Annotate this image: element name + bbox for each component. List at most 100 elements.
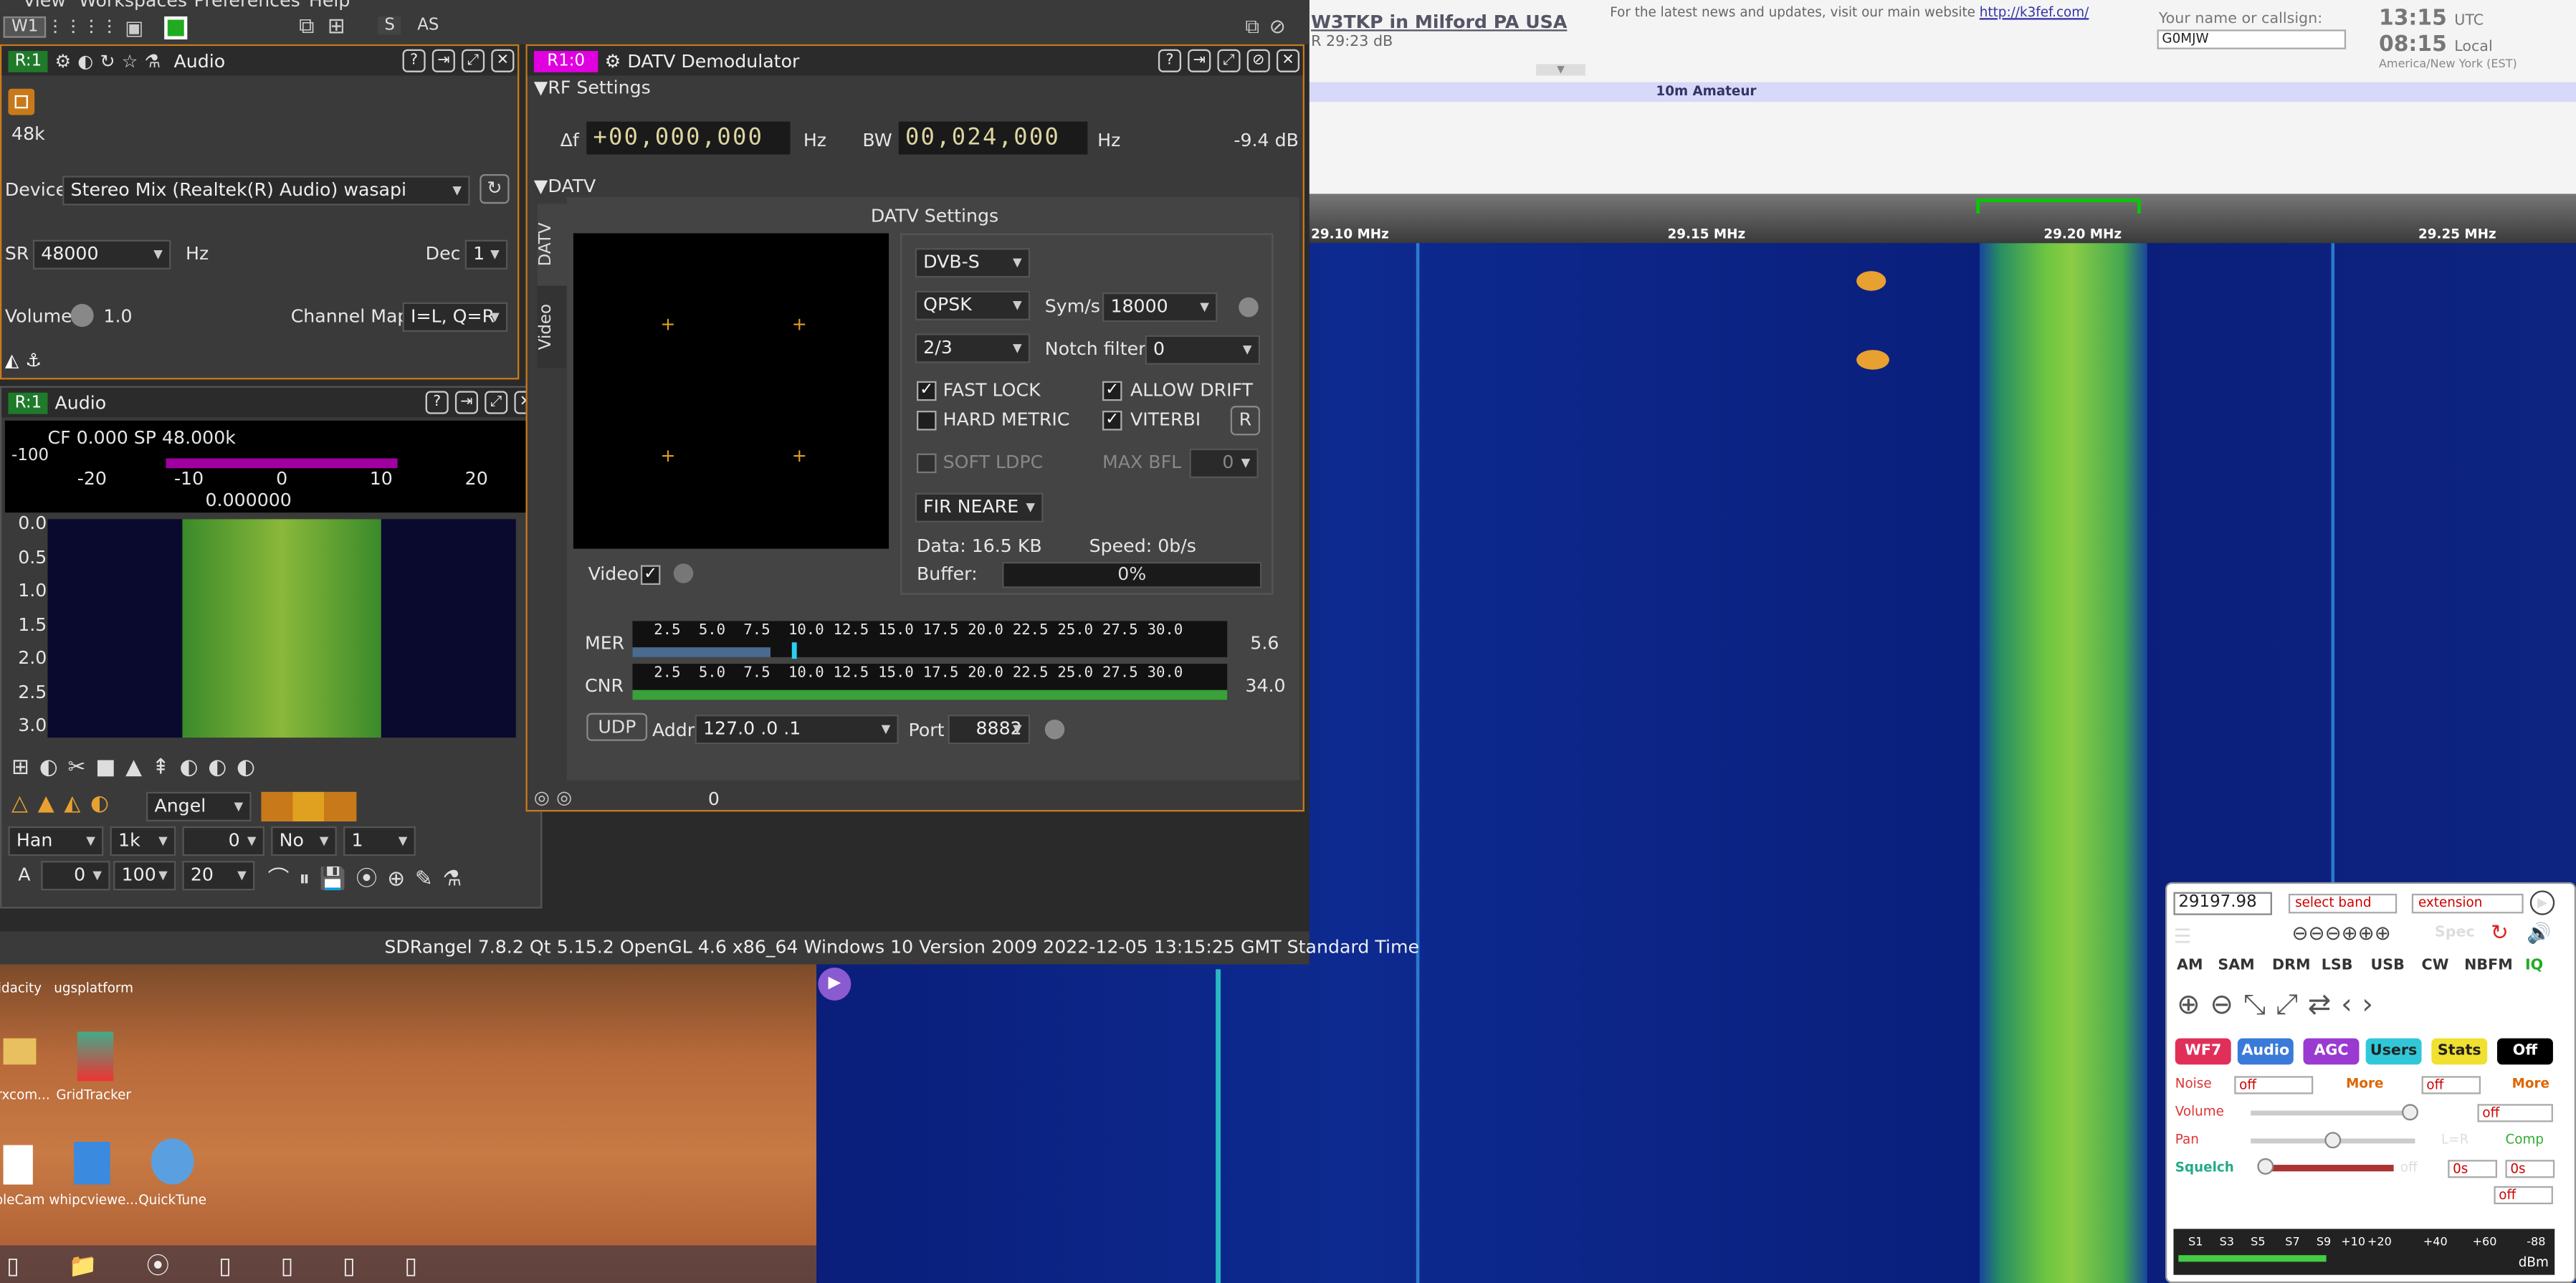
spectrum-tools-row2[interactable]: △▲◭◐ bbox=[11, 792, 119, 816]
addr-input[interactable]: 127.0 .0 .1 bbox=[695, 715, 899, 745]
mode-button-lsb[interactable]: LSB bbox=[2322, 958, 2353, 974]
callsign-input[interactable]: G0MJW bbox=[2157, 29, 2347, 49]
mode-button-usb[interactable]: USB bbox=[2371, 958, 2405, 974]
desktop-icon[interactable]: QuickTune bbox=[123, 1193, 222, 1208]
control-button-stats[interactable]: Stats bbox=[2431, 1038, 2488, 1065]
udp-button[interactable]: UDP bbox=[586, 712, 648, 741]
mode-button-sam[interactable]: SAM bbox=[2218, 958, 2254, 974]
sr-select[interactable]: 48000 bbox=[32, 239, 171, 270]
pan-knob[interactable] bbox=[2324, 1132, 2342, 1149]
palette-select[interactable]: Angel bbox=[146, 791, 252, 822]
squelch-time[interactable]: 0s bbox=[2448, 1160, 2497, 1178]
volume-slider[interactable] bbox=[2251, 1110, 2415, 1116]
video-checkbox[interactable]: ✓ bbox=[640, 565, 661, 585]
squelch-slider[interactable] bbox=[2258, 1165, 2394, 1172]
control-button-users[interactable]: Users bbox=[2365, 1038, 2422, 1065]
more-button-2[interactable]: More bbox=[2512, 1076, 2549, 1091]
desktop-icon[interactable]: GridTracker bbox=[44, 1087, 143, 1102]
menu-help[interactable]: Help bbox=[309, 0, 350, 11]
band-bar[interactable] bbox=[1306, 82, 2576, 102]
refresh-icon[interactable]: ↻ bbox=[2491, 922, 2509, 946]
start-button[interactable] bbox=[8, 88, 35, 115]
standard-select[interactable]: DVB-S bbox=[915, 248, 1031, 278]
help-icon[interactable]: ? bbox=[402, 49, 426, 72]
select-band-dropdown[interactable]: select band bbox=[2288, 893, 2398, 914]
sym-input[interactable]: 18000 bbox=[1102, 292, 1218, 323]
extension-dropdown[interactable]: extension bbox=[2411, 893, 2524, 914]
scale-bar[interactable] bbox=[1306, 194, 2576, 244]
move-icon[interactable]: ⇥ bbox=[1188, 49, 1211, 72]
maximize-icon[interactable]: ⤢ bbox=[1217, 49, 1241, 72]
toolbar-icons[interactable]: ⫶⫶⫶⫶▣ bbox=[52, 16, 156, 41]
device-select[interactable]: Stereo Mix (Realtek(R) Audio) wasapi bbox=[62, 176, 470, 206]
span-select[interactable]: 1k bbox=[110, 826, 176, 857]
menu-preferences[interactable]: Preferences bbox=[194, 0, 300, 11]
app-icon[interactable] bbox=[3, 1145, 33, 1185]
filter-select[interactable]: FIR NEARE bbox=[915, 492, 1044, 523]
squelch-knob[interactable] bbox=[2257, 1158, 2274, 1175]
control-button-wf7[interactable]: WF7 bbox=[2175, 1038, 2231, 1065]
refresh-icon[interactable]: ↻ bbox=[480, 173, 510, 204]
tool-icons[interactable]: ⊕⊖⤡⤢⇄‹› bbox=[2177, 989, 2383, 1022]
window-icons[interactable]: ⧉⊞ bbox=[299, 15, 358, 39]
range-select[interactable]: 20 bbox=[182, 861, 255, 891]
menu-view[interactable]: View bbox=[23, 0, 66, 11]
titlebar-icons[interactable]: ⚙◐↻☆⚗ bbox=[54, 50, 167, 72]
volume-dial[interactable] bbox=[70, 304, 94, 328]
bw-input[interactable]: 00,024,000 bbox=[898, 121, 1088, 155]
palette-icons[interactable] bbox=[261, 791, 357, 822]
workspace-button[interactable]: W1 bbox=[3, 16, 47, 38]
modulation-select[interactable]: QPSK bbox=[915, 290, 1031, 320]
rx-tag[interactable]: R1:0 bbox=[533, 49, 598, 72]
desktop-icon[interactable]: ugsplatform bbox=[44, 981, 143, 996]
gridtracker-icon[interactable] bbox=[77, 1031, 114, 1082]
menu-icon[interactable]: ☰ bbox=[2173, 925, 2191, 948]
control-button-agc[interactable]: AGC bbox=[2303, 1038, 2360, 1065]
rx-tag[interactable]: R:1 bbox=[8, 391, 49, 414]
play-icon[interactable]: ▶ bbox=[818, 968, 851, 1001]
speaker-icon[interactable]: 🔊 bbox=[2527, 922, 2551, 945]
notch-input[interactable]: 0 bbox=[1145, 335, 1261, 365]
window-select[interactable]: Han bbox=[8, 826, 104, 857]
squelch-time-2[interactable]: 0s bbox=[2505, 1160, 2555, 1178]
tab-video[interactable]: Video bbox=[537, 285, 567, 368]
spectrum-tools-row1[interactable]: ⊞◐✂■▲⇞◐◐◐ bbox=[11, 755, 265, 780]
mode-button-iq[interactable]: IQ bbox=[2525, 958, 2543, 974]
noise-dropdown-2[interactable]: off bbox=[2421, 1076, 2481, 1094]
news-link[interactable]: http://k3fef.com/ bbox=[1980, 5, 2089, 20]
close-icon[interactable]: ✕ bbox=[1276, 49, 1300, 72]
dec-select[interactable]: 1 bbox=[464, 239, 508, 270]
rf-settings-header[interactable]: ▼RF Settings bbox=[534, 77, 651, 99]
menu-workspaces[interactable]: Workspaces bbox=[79, 0, 187, 11]
max-bfl-input[interactable]: 0 bbox=[1189, 448, 1259, 479]
mode-button-am[interactable]: AM bbox=[2177, 958, 2203, 974]
fec-select[interactable]: 2/3 bbox=[915, 333, 1031, 363]
mode-button-drm[interactable]: DRM bbox=[2272, 958, 2311, 974]
soft-ldpc-checkbox[interactable] bbox=[916, 453, 937, 474]
off-dropdown[interactable]: off bbox=[2494, 1186, 2553, 1205]
hard-metric-checkbox[interactable] bbox=[916, 411, 937, 431]
maximize-icon[interactable]: ⤢ bbox=[485, 391, 508, 414]
dock-icons[interactable]: ⧉⊘ bbox=[1245, 15, 1295, 39]
control-button-audio[interactable]: Audio bbox=[2237, 1038, 2294, 1065]
hide-icon[interactable]: ⊘ bbox=[1246, 49, 1270, 72]
station-title[interactable]: W3TKP in Milford PA USA bbox=[1311, 11, 1567, 33]
gear-icon[interactable]: ⚙ bbox=[605, 50, 621, 72]
r-button[interactable]: R bbox=[1230, 406, 1261, 436]
volume-dropdown[interactable]: off bbox=[2477, 1104, 2553, 1122]
folder-icon[interactable] bbox=[3, 1038, 37, 1065]
mode-select[interactable]: No bbox=[271, 826, 337, 857]
offset-input[interactable]: 0 bbox=[182, 826, 265, 857]
volume-knob[interactable] bbox=[2402, 1104, 2418, 1121]
zoom-icons[interactable]: ⊖⊖⊖⊕⊕⊕ bbox=[2291, 922, 2390, 945]
comp-label[interactable]: Comp bbox=[2505, 1132, 2544, 1147]
s-button[interactable]: S bbox=[378, 16, 402, 35]
control-button-off[interactable]: Off bbox=[2496, 1038, 2553, 1065]
channel-map-select[interactable]: I=L, Q=R bbox=[402, 302, 508, 333]
noise-dropdown[interactable]: off bbox=[2234, 1076, 2314, 1094]
green-stop-button[interactable] bbox=[164, 16, 188, 40]
n-select[interactable]: 1 bbox=[343, 826, 416, 857]
avg-input[interactable]: 0 bbox=[41, 861, 110, 891]
allow-drift-checkbox[interactable]: ✓ bbox=[1102, 381, 1122, 401]
footer-icons[interactable]: ◎◎ bbox=[534, 787, 578, 809]
